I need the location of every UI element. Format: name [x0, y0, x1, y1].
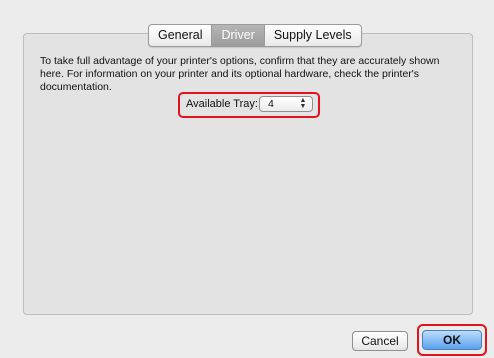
tab-bar: General Driver Supply Levels	[148, 24, 362, 47]
cancel-button[interactable]: Cancel	[352, 331, 408, 351]
up-down-chevron-icon: ▲ ▼	[299, 97, 307, 110]
ok-button[interactable]: OK	[422, 330, 482, 350]
tab-supply-levels[interactable]: Supply Levels	[265, 25, 361, 46]
available-tray-value: 4	[268, 98, 274, 110]
available-tray-label: Available Tray:	[186, 98, 258, 110]
driver-description: To take full advantage of your printer's…	[40, 55, 440, 93]
tab-driver[interactable]: Driver	[212, 25, 265, 46]
available-tray-select[interactable]: 4 ▲ ▼	[259, 96, 313, 112]
tab-general[interactable]: General	[149, 25, 213, 46]
printer-options-dialog: General Driver Supply Levels To take ful…	[0, 0, 494, 358]
